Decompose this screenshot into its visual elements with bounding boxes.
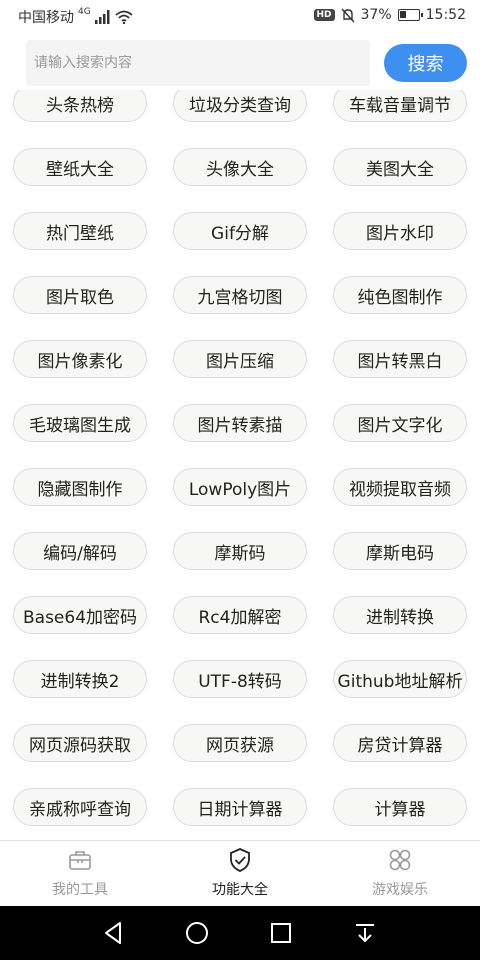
feature-row: Base64加密码 Rc4加解密 进制转换 [0, 596, 480, 660]
feature-button[interactable]: 图片像素化 [13, 340, 147, 378]
status-left: 中国移动 4G [18, 7, 133, 27]
feature-button[interactable]: 亲戚称呼查询 [13, 788, 147, 826]
clock: 15:52 [425, 7, 466, 23]
feature-row: 编码/解码 摩斯码 摩斯电码 [0, 532, 480, 596]
nav-label: 我的工具 [52, 882, 108, 898]
feature-button[interactable]: 摩斯电码 [333, 532, 467, 570]
search-input[interactable] [26, 40, 370, 86]
briefcase-icon [69, 851, 91, 870]
feature-grid[interactable]: 头条热榜 垃圾分类查询 车载音量调节 壁纸大全 头像大全 美图大全 热门壁纸 Gif分解 图片水… [0, 90, 480, 840]
nav-label: 游戏娱乐 [372, 882, 428, 898]
battery-level [399, 11, 406, 18]
feature-button[interactable]: 网页源码获取 [13, 724, 147, 762]
feature-row: 壁纸大全 头像大全 美图大全 [0, 148, 480, 212]
feature-button[interactable]: Base64加密码 [13, 596, 147, 634]
search-bar: 搜索 [0, 38, 480, 90]
feature-button[interactable]: 图片转黑白 [333, 340, 467, 378]
feature-row: 亲戚称呼查询 日期计算器 计算器 [0, 788, 480, 840]
system-nav-bar [0, 906, 480, 960]
feature-button[interactable]: 纯色图制作 [333, 276, 467, 314]
feature-row: 头条热榜 垃圾分类查询 车载音量调节 [0, 90, 480, 148]
shield-check-icon [230, 848, 250, 872]
grid-circles-icon [389, 849, 411, 871]
feature-button[interactable]: 图片文字化 [333, 404, 467, 442]
feature-row: 毛玻璃图生成 图片转素描 图片文字化 [0, 404, 480, 468]
battery-percent: 37% [360, 7, 392, 23]
feature-button[interactable]: 进制转换2 [13, 660, 147, 698]
feature-row: 热门壁纸 Gif分解 图片水印 [0, 212, 480, 276]
hd-badge: HD [313, 9, 335, 21]
back-icon[interactable] [100, 919, 128, 947]
feature-button[interactable]: Github地址解析 [333, 660, 467, 698]
feature-button[interactable]: 进制转换 [333, 596, 467, 634]
feature-button[interactable]: 日期计算器 [173, 788, 307, 826]
feature-button[interactable]: 壁纸大全 [13, 148, 147, 186]
feature-button[interactable]: 视频提取音频 [333, 468, 467, 506]
feature-button[interactable]: 计算器 [333, 788, 467, 826]
feature-button[interactable]: 头条热榜 [13, 90, 147, 122]
feature-button[interactable]: 头像大全 [173, 148, 307, 186]
feature-grid-content: 头条热榜 垃圾分类查询 车载音量调节 壁纸大全 头像大全 美图大全 热门壁纸 Gif分解 图片水… [0, 90, 480, 840]
feature-row: 图片像素化 图片压缩 图片转黑白 [0, 340, 480, 404]
feature-button[interactable]: Gif分解 [173, 212, 307, 250]
feature-row: 图片取色 九宫格切图 纯色图制作 [0, 276, 480, 340]
nav-games[interactable]: 游戏娱乐 [320, 841, 480, 907]
battery-icon [397, 9, 423, 21]
feature-button[interactable]: 图片转素描 [173, 404, 307, 442]
feature-button[interactable]: 九宫格切图 [173, 276, 307, 314]
feature-button[interactable]: 毛玻璃图生成 [13, 404, 147, 442]
feature-button[interactable]: 编码/解码 [13, 532, 147, 570]
nav-features[interactable]: 功能大全 [160, 841, 320, 907]
nav-my-tools[interactable]: 我的工具 [0, 841, 160, 907]
recents-icon[interactable] [267, 919, 295, 947]
feature-row: 网页源码获取 网页获源 房贷计算器 [0, 724, 480, 788]
feature-button[interactable]: 热门壁纸 [13, 212, 147, 250]
status-bar: 中国移动 4G HD 37% 15:52 [0, 0, 480, 34]
feature-button[interactable]: 网页获源 [173, 724, 307, 762]
feature-button[interactable]: LowPoly图片 [173, 468, 307, 506]
home-icon[interactable] [183, 919, 211, 947]
feature-row: 隐藏图制作 LowPoly图片 视频提取音频 [0, 468, 480, 532]
feature-button[interactable]: 图片取色 [13, 276, 147, 314]
nav-label: 功能大全 [212, 882, 268, 898]
feature-button[interactable]: 房贷计算器 [333, 724, 467, 762]
feature-button[interactable]: 美图大全 [333, 148, 467, 186]
feature-button[interactable]: 摩斯码 [173, 532, 307, 570]
feature-button[interactable]: 车载音量调节 [333, 90, 467, 122]
feature-button[interactable]: 图片压缩 [173, 340, 307, 378]
network-type: 4G [78, 7, 91, 17]
notification-pulldown-icon[interactable] [351, 919, 379, 947]
carrier-label: 中国移动 [18, 10, 74, 26]
status-right: HD 37% 15:52 [313, 7, 466, 23]
feature-button[interactable]: Rc4加解密 [173, 596, 307, 634]
mute-bell-icon [341, 8, 355, 22]
feature-row: 进制转换2 UTF-8转码 Github地址解析 [0, 660, 480, 724]
signal-icon [94, 10, 110, 24]
bottom-nav: 我的工具 功能大全 游戏娱乐 [0, 840, 480, 906]
feature-button[interactable]: UTF-8转码 [173, 660, 307, 698]
search-button[interactable]: 搜索 [384, 44, 467, 82]
feature-button[interactable]: 隐藏图制作 [13, 468, 147, 506]
feature-button[interactable]: 垃圾分类查询 [173, 90, 307, 122]
feature-button[interactable]: 图片水印 [333, 212, 467, 250]
wifi-icon [115, 10, 133, 24]
